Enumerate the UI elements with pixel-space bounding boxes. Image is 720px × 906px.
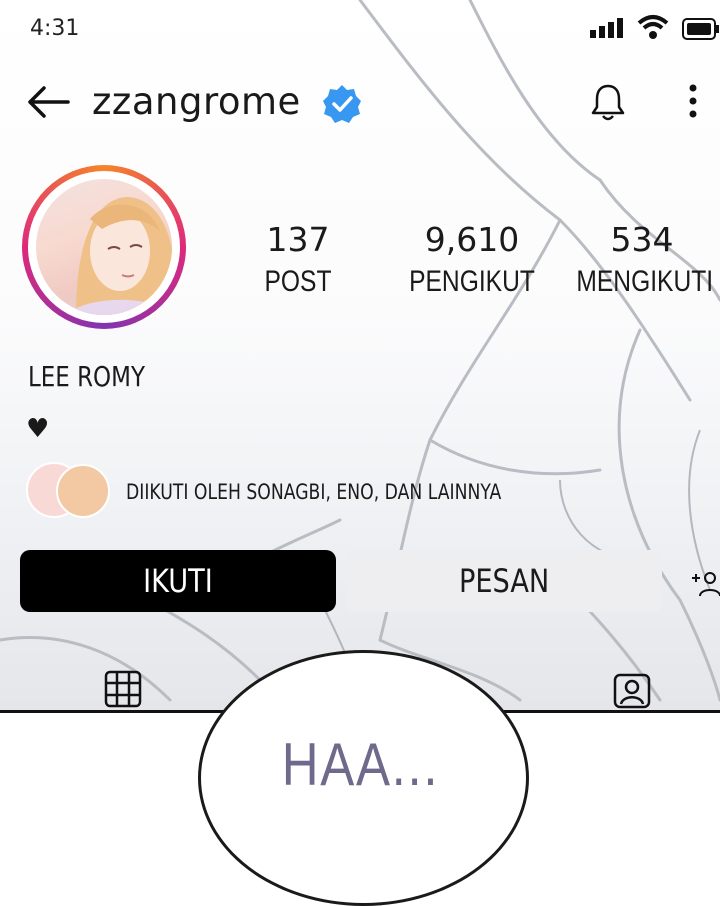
profile-display-name: LEE ROMY	[28, 360, 145, 393]
stat-posts-count: 137	[266, 220, 330, 259]
profile-screen: 4:31 zzangrome 137 POST 9,610 PENGIKUT 5…	[0, 0, 720, 712]
message-button[interactable]: PESAN	[346, 550, 662, 612]
speech-bubble-text: HAA...	[281, 731, 440, 798]
battery-icon	[682, 18, 719, 40]
stat-followers-count: 9,610	[424, 220, 520, 259]
followed-by-text: DIIKUTI OLEH SONAGBI, ENO, DAN LAINNYA	[126, 480, 502, 504]
stat-following-count: 534	[610, 220, 674, 259]
avatar-image	[36, 179, 172, 315]
status-time: 4:31	[30, 16, 80, 41]
profile-username: zzangrome	[92, 80, 301, 123]
stat-followers[interactable]: 9,610 PENGIKUT	[392, 220, 552, 299]
bell-icon[interactable]	[590, 82, 626, 122]
stat-following-label: MENGIKUTI	[576, 265, 714, 298]
wifi-icon	[637, 15, 669, 39]
signal-icon	[590, 18, 623, 38]
back-arrow-icon[interactable]	[26, 84, 70, 120]
grid-icon[interactable]	[104, 670, 142, 708]
verified-badge-icon	[323, 85, 361, 123]
stat-following[interactable]: 534 MENGIKUTI	[562, 220, 720, 299]
message-button-label: PESAN	[458, 562, 550, 600]
more-icon[interactable]	[688, 84, 698, 118]
profile-bio: ♥	[26, 414, 50, 444]
follower-avatar	[56, 464, 110, 518]
profile-avatar[interactable]	[22, 165, 186, 329]
follow-button[interactable]: IKUTI	[20, 550, 336, 612]
follow-button-label: IKUTI	[143, 562, 213, 600]
status-bar: 4:31	[0, 0, 720, 60]
stat-posts-label: POST	[264, 265, 332, 298]
stat-posts[interactable]: 137 POST	[218, 220, 378, 299]
add-person-icon[interactable]	[690, 570, 720, 598]
tagged-icon[interactable]	[612, 670, 652, 710]
stat-followers-label: PENGIKUT	[409, 265, 535, 298]
avatar-ring-gap	[28, 171, 180, 323]
avatar-illustration	[66, 197, 172, 315]
profile-header: zzangrome	[0, 72, 720, 136]
